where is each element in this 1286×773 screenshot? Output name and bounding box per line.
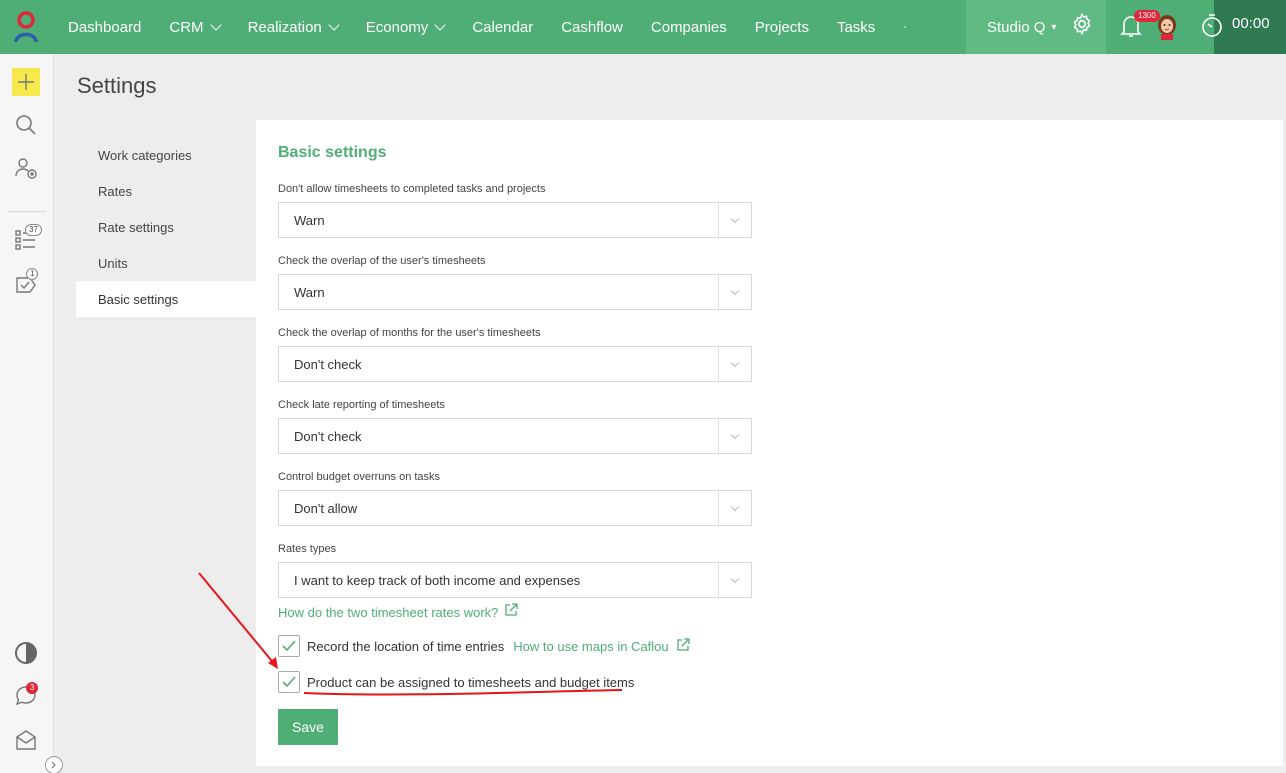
field-rates-types: Rates types I want to keep track of both…	[278, 543, 752, 598]
select-value: Don't check	[294, 356, 362, 372]
product-assign-row: Product can be assigned to timesheets an…	[278, 671, 634, 693]
subnav-basic-settings[interactable]: Basic settings	[76, 281, 256, 317]
nav-projects[interactable]: Projects	[741, 0, 823, 54]
field-overlap-timesheets: Check the overlap of the user's timeshee…	[278, 255, 752, 310]
nav-label: Calendar	[472, 18, 534, 36]
nav-more-button[interactable]: -	[889, 0, 920, 54]
chevron-down-icon	[328, 19, 340, 31]
subnav-rates[interactable]: Rates	[76, 173, 256, 209]
chevron-down-icon	[718, 347, 751, 381]
page-title: Settings	[77, 73, 157, 98]
field-label: Don't allow timesheets to completed task…	[278, 183, 546, 195]
chevron-down-icon	[718, 275, 751, 309]
rates-help: How do the two timesheet rates work?	[278, 603, 519, 622]
rates-help-link[interactable]: How do the two timesheet rates work?	[278, 605, 498, 620]
budget-overruns-select[interactable]: Don't allow	[278, 490, 752, 526]
nav-label: Economy	[365, 18, 429, 36]
nav-label: Companies	[650, 18, 727, 36]
maps-help-link[interactable]: How to use maps in Caflou	[513, 639, 668, 654]
overlap-timesheets-select[interactable]: Warn	[278, 274, 752, 310]
chevron-down-icon	[434, 19, 446, 31]
caret-down-icon: ▾	[1051, 21, 1057, 33]
contrast-icon[interactable]	[12, 639, 40, 667]
main-nav: Dashboard CRM Realization Economy Calend…	[54, 0, 921, 54]
expand-sidebar-icon[interactable]	[45, 756, 63, 773]
top-navigation-bar: Dashboard CRM Realization Economy Calend…	[0, 0, 1286, 54]
nav-label: Dashboard	[68, 18, 142, 36]
field-label: Control budget overruns on tasks	[278, 471, 441, 483]
subnav-units[interactable]: Units	[76, 245, 256, 281]
select-value: I want to keep track of both income and …	[294, 572, 581, 588]
notifications-area: 1300	[1106, 0, 1196, 54]
nav-label: Tasks	[836, 18, 876, 36]
nav-label: Realization	[247, 18, 322, 36]
chevron-down-icon	[718, 563, 751, 597]
select-value: Don't allow	[294, 500, 358, 516]
avatar[interactable]	[1156, 14, 1178, 40]
external-link-icon[interactable]	[504, 603, 519, 622]
product-assign-label: Product can be assigned to timesheets an…	[307, 674, 635, 690]
nav-label: CRM	[169, 18, 204, 36]
subnav-work-categories[interactable]: Work categories	[76, 137, 256, 173]
gear-icon[interactable]	[1070, 12, 1094, 41]
subnav-rate-settings[interactable]: Rate settings	[76, 209, 256, 245]
app-logo[interactable]	[0, 0, 52, 54]
record-location-label: Record the location of time entries	[307, 638, 505, 654]
late-reporting-select[interactable]: Don't check	[278, 418, 752, 454]
search-icon[interactable]	[12, 111, 40, 139]
nav-realization[interactable]: Realization	[234, 0, 352, 54]
field-label: Check late reporting of timesheets	[278, 399, 445, 411]
chevron-down-icon	[718, 419, 751, 453]
nav-label: Cashflow	[561, 18, 623, 36]
save-button[interactable]: Save	[278, 709, 338, 745]
add-icon[interactable]	[12, 68, 40, 96]
nav-companies[interactable]: Companies	[637, 0, 741, 54]
record-location-row: Record the location of time entries How …	[278, 635, 690, 657]
select-value: Don't check	[294, 428, 362, 444]
record-location-checkbox[interactable]	[278, 635, 300, 657]
section-title: Basic settings	[278, 144, 387, 161]
field-label: Rates types	[278, 543, 337, 555]
nav-economy[interactable]: Economy	[352, 0, 459, 54]
more-symbol: -	[903, 21, 907, 33]
nav-crm[interactable]: CRM	[155, 0, 233, 54]
nav-calendar[interactable]: Calendar	[458, 0, 547, 54]
completed-tasks-select[interactable]: Warn	[278, 202, 752, 238]
field-late-reporting: Check late reporting of timesheets Don't…	[278, 399, 752, 454]
field-label: Check the overlap of the user's timeshee…	[278, 255, 486, 267]
inbox-icon[interactable]	[12, 726, 40, 754]
select-value: Warn	[294, 284, 325, 300]
chevron-down-icon	[718, 203, 751, 237]
chevron-down-icon	[718, 491, 751, 525]
left-rail: 37 1 3	[0, 54, 63, 773]
field-overlap-months: Check the overlap of months for the user…	[278, 327, 752, 382]
product-assign-checkbox[interactable]	[278, 671, 300, 693]
workspace-name: Studio Q	[987, 18, 1046, 36]
rail-divider	[8, 211, 46, 212]
field-completed-tasks: Don't allow timesheets to completed task…	[278, 183, 752, 238]
nav-label: Projects	[754, 18, 809, 36]
add-user-icon[interactable]	[12, 154, 40, 182]
field-label: Check the overlap of months for the user…	[278, 327, 541, 339]
stopwatch-icon[interactable]	[1200, 13, 1224, 44]
timer-value[interactable]: 00:00	[1232, 15, 1270, 32]
rates-types-select[interactable]: I want to keep track of both income and …	[278, 562, 752, 598]
external-link-icon[interactable]	[676, 637, 690, 655]
select-value: Warn	[294, 212, 325, 228]
field-budget-overruns: Control budget overruns on tasks Don't a…	[278, 471, 752, 526]
settings-subnav: Work categories Rates Rate settings Unit…	[76, 137, 256, 317]
tasks-badge: 37	[25, 224, 42, 236]
chevron-down-icon	[209, 19, 222, 31]
basic-settings-panel: Basic settings Don't allow timesheets to…	[256, 120, 1283, 766]
nav-cashflow[interactable]: Cashflow	[547, 0, 637, 54]
overlap-months-select[interactable]: Don't check	[278, 346, 752, 382]
nav-tasks[interactable]: Tasks	[823, 0, 889, 54]
nav-dashboard[interactable]: Dashboard	[54, 0, 155, 54]
